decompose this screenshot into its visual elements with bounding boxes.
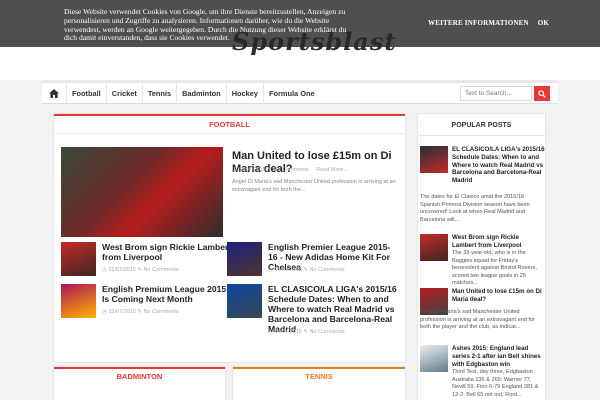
popular-post-excerpt: The 33-year-old, who is in the Baggies s… [452,250,537,287]
popular-post-title[interactable]: Ashes 2015: England lead series 2-1 afte… [452,345,545,368]
tennis-header[interactable]: TENNIS [233,367,405,385]
football-section: FOOTBALL Man United to lose £15m on Di M… [53,113,406,363]
post-title[interactable]: West Brom sign Rickie Lambert from Liver… [102,242,232,262]
football-header[interactable]: FOOTBALL [54,114,405,134]
popular-post-title[interactable]: West Brom sign Rickie Lambert from Liver… [452,234,545,250]
post-title[interactable]: English Premium League 2015 Is Coming Ne… [102,284,232,304]
nav-item-formula-one[interactable]: Formula One [262,82,320,104]
post-comments[interactable]: No Comments [310,329,345,335]
post-meta: ◷ 31/07/2015 ✎ No Comments [102,267,179,273]
home-icon [49,88,59,98]
popular-post-thumbnail[interactable] [420,234,448,261]
post-thumbnail[interactable] [61,242,96,276]
cookie-ok-button[interactable]: OK [538,19,549,27]
popular-post-excerpt: The dates for El Clasico amid the 2015/1… [420,194,530,223]
post-date: 15/07/2015 [108,309,136,315]
nav-item-football[interactable]: Football [66,82,106,104]
featured-post-meta: ◷ 31/07/2015 ✎ No Comments Read More... [232,167,348,173]
post-thumbnail[interactable] [61,284,96,318]
featured-post-image[interactable] [61,147,223,237]
featured-post-comments[interactable]: No Comments [274,167,309,173]
badminton-section: BADMINTON [53,366,226,400]
tennis-section: TENNIS [232,366,406,400]
list-item: West Brom sign Rickie Lambert from Liver… [61,242,231,280]
post-meta: ◷ 15/07/2015 ✎ No Comments [102,309,179,315]
featured-post-excerpt: Angel Di Maria's sad Manchester United p… [232,179,396,193]
post-comments[interactable]: No Comments [144,267,179,273]
cookie-banner: Diese Website verwendet Cookies von Goog… [0,0,600,47]
popular-post-title[interactable]: Man United to lose £15m on Di Maria deal… [452,288,545,304]
nav-item-cricket[interactable]: Cricket [105,82,142,104]
popular-posts-sidebar: POPULAR POSTS EL CLASICO/LA LIGA's 2015/… [417,113,546,400]
search-icon [538,89,546,98]
post-meta: ◷ 14/07/2015 ✎ No Comments [268,329,345,335]
popular-posts-header: POPULAR POSTS [418,114,545,136]
post-meta: ◷ 16/07/2015 ✎ No Comments [268,267,345,273]
list-item: English Premier League 2015-16 - New Adi… [227,242,397,280]
popular-post-thumbnail[interactable] [420,146,448,173]
post-date: 14/07/2015 [274,329,302,335]
post-thumbnail[interactable] [227,242,262,276]
popular-post-excerpt: Angel Di Maria's sad Manchester United p… [420,309,536,331]
cookie-text: Diese Website verwendet Cookies von Goog… [64,7,347,43]
post-title[interactable]: EL CLASICO/LA LIGA's 2015/16 Schedule Da… [268,284,398,334]
featured-post-date: 31/07/2015 [238,167,266,173]
badminton-header[interactable]: BADMINTON [54,367,225,385]
comment-icon: ✎ [267,167,273,173]
popular-post-thumbnail[interactable] [420,345,448,372]
main-nav: Football Cricket Tennis Badminton Hockey… [42,80,558,104]
popular-post-title[interactable]: EL CLASICO/LA LIGA's 2015/16 Schedule Da… [452,146,545,185]
popular-post-excerpt: Third Test, day three, Edgbaston : Austr… [452,369,539,398]
post-date: 31/07/2015 [108,267,136,273]
post-comments[interactable]: No Comments [310,267,345,273]
nav-item-badminton[interactable]: Badminton [176,82,226,104]
read-more-link[interactable]: Read More... [316,167,348,173]
nav-home[interactable] [42,83,66,104]
search-input[interactable]: Text to Search... [460,86,532,101]
list-item: English Premium League 2015 Is Coming Ne… [61,284,231,322]
list-item: EL CLASICO/LA LIGA's 2015/16 Schedule Da… [227,284,397,344]
post-date: 16/07/2015 [274,267,302,273]
cookie-actions: WEITERE INFORMATIONEN OK [428,19,549,27]
post-thumbnail[interactable] [227,284,262,318]
nav-item-hockey[interactable]: Hockey [225,82,263,104]
post-comments[interactable]: No Comments [144,309,179,315]
cookie-more-info-button[interactable]: WEITERE INFORMATIONEN [428,19,529,27]
clock-icon: ◷ [232,167,237,173]
search-button[interactable] [534,86,550,101]
nav-item-tennis[interactable]: Tennis [141,82,176,104]
